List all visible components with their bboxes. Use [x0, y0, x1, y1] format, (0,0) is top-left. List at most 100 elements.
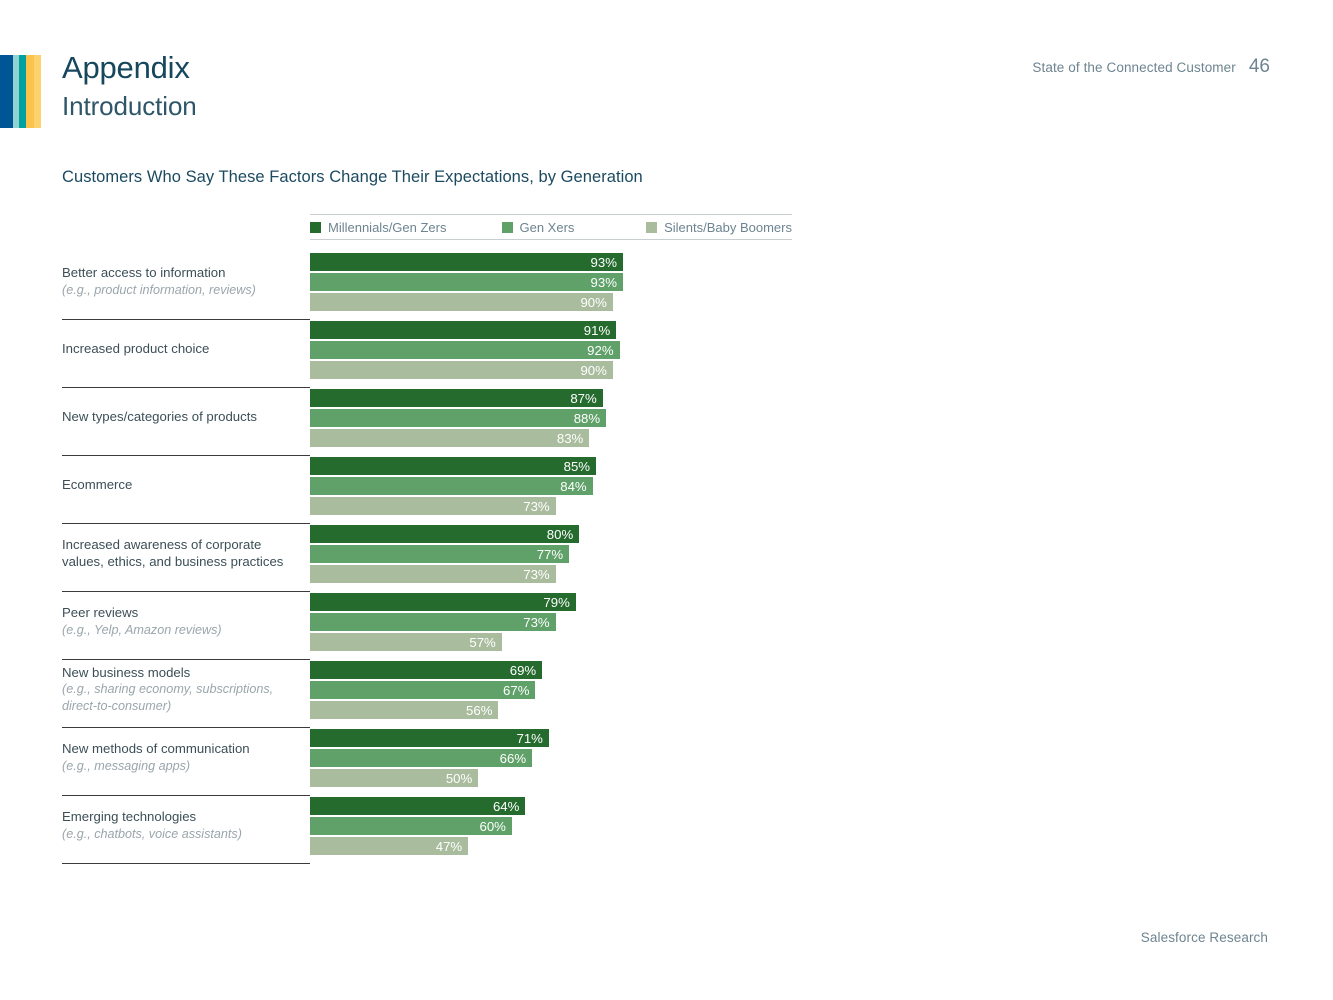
bar[interactable]: 73% — [310, 497, 556, 515]
bar-value-label: 93% — [590, 254, 617, 270]
bar-cell: 87% 88% 83% — [310, 388, 802, 447]
bar-value-label: 88% — [573, 410, 601, 426]
bar-value-label: 91% — [583, 322, 611, 338]
category-label-cell: New methods of communication (e.g., messa… — [62, 728, 310, 796]
legend-swatch-icon — [310, 221, 321, 233]
bar[interactable]: 64% — [310, 797, 526, 815]
category-sublabel: (e.g., product information, reviews) — [62, 282, 256, 297]
grouped-bar-chart: Millennials/Gen Zers Gen Xers Silents/Baby… — [62, 214, 802, 864]
bar-value-label: 85% — [563, 458, 591, 474]
bar-value-label: 80% — [546, 526, 574, 542]
bar-value-label: 93% — [590, 274, 617, 290]
category-label-cell: Emerging technologies (e.g., chatbots, vo… — [62, 796, 310, 864]
bar-cell: 71% 66% 50% — [310, 728, 802, 787]
brand-stripe-1 — [0, 55, 13, 128]
bar[interactable]: 73% — [310, 613, 556, 631]
bar-value-label: 67% — [503, 682, 530, 698]
bar-value-label: 57% — [469, 634, 496, 650]
bar-group: Peer reviews (e.g., Yelp, Amazon reviews)… — [62, 592, 802, 660]
category-label-cell: Ecommerce — [62, 456, 310, 524]
category-label-cell: Better access to information (e.g., produ… — [62, 252, 310, 320]
category-label: Emerging technologies — [62, 809, 197, 824]
legend-item-1[interactable]: Millennials/Gen Zers — [310, 220, 502, 235]
brand-stripe-4 — [26, 55, 34, 128]
chart-legend: Millennials/Gen Zers Gen Xers Silents/Baby… — [310, 214, 792, 240]
bar[interactable]: 90% — [310, 361, 613, 379]
category-label: Better access to information — [62, 265, 226, 280]
bar-value-label: 79% — [543, 594, 570, 610]
bar[interactable]: 85% — [310, 457, 597, 475]
bar-value-label: 73% — [523, 614, 550, 630]
bar[interactable]: 50% — [310, 769, 479, 787]
bar[interactable]: 93% — [310, 273, 623, 291]
bar-group: Ecommerce 85% 84% 73% — [62, 456, 802, 524]
bar-cell: 79% 73% 57% — [310, 592, 802, 651]
bar[interactable]: 60% — [310, 817, 512, 835]
category-label: Ecommerce — [62, 477, 133, 493]
category-sublabel: (e.g., chatbots, voice assistants) — [62, 826, 242, 841]
page-subtitle: Introduction — [62, 91, 197, 121]
bar[interactable]: 80% — [310, 525, 580, 543]
page-title: Appendix — [62, 50, 190, 85]
legend-swatch-icon — [501, 221, 513, 233]
brand-stripe-5 — [34, 55, 41, 128]
chart-title: Customers Who Say These Factors Change T… — [62, 168, 643, 186]
legend-item-3[interactable]: Silents/Baby Boomers — [646, 220, 792, 235]
bar-group: Better access to information (e.g., produ… — [62, 252, 802, 320]
appendix-page: Appendix Introduction State of the Conne… — [0, 0, 1333, 1000]
bar[interactable]: 67% — [310, 681, 536, 699]
bar-value-label: 90% — [580, 362, 607, 378]
category-label: Increased product choice — [62, 341, 210, 357]
bar-group: Emerging technologies (e.g., chatbots, vo… — [62, 796, 802, 864]
category-label-cell: Increased awareness of corporate values,… — [62, 524, 310, 592]
bar[interactable]: 91% — [310, 321, 617, 339]
brand-stripe-3 — [19, 55, 26, 128]
bar[interactable]: 83% — [310, 429, 590, 447]
legend-swatch-icon — [646, 221, 658, 233]
category-sublabel: (e.g., messaging apps) — [62, 758, 191, 773]
bar[interactable]: 87% — [310, 389, 603, 407]
bar[interactable]: 47% — [310, 837, 469, 855]
bar[interactable]: 93% — [310, 253, 623, 271]
page-title-block: Appendix Introduction — [62, 49, 197, 123]
legend-label: Gen Xers — [519, 219, 575, 235]
bar[interactable]: 71% — [310, 729, 549, 747]
bar-value-label: 77% — [536, 546, 564, 562]
legend-item-2[interactable]: Gen Xers — [501, 219, 647, 235]
category-label: Peer reviews — [62, 605, 139, 620]
bar[interactable]: 57% — [310, 633, 502, 651]
bar[interactable]: 66% — [310, 749, 533, 767]
brand-stripes-decoration — [0, 55, 41, 128]
bar[interactable]: 79% — [310, 593, 576, 611]
category-label: New types/categories of products — [62, 409, 257, 425]
legend-label: Silents/Baby Boomers — [664, 219, 792, 235]
category-sublabel: (e.g., Yelp, Amazon reviews) — [62, 622, 222, 637]
bar-value-label: 60% — [479, 818, 506, 834]
bar[interactable]: 90% — [310, 293, 613, 311]
document-name: State of the Connected Customer — [1032, 60, 1236, 75]
bar-value-label: 90% — [580, 294, 607, 310]
bar-group: New business models (e.g., sharing econom… — [62, 660, 802, 728]
footer-credit: Salesforce Research — [1140, 930, 1268, 945]
bar[interactable]: 56% — [310, 701, 499, 719]
bar-value-label: 47% — [435, 838, 463, 854]
bar[interactable]: 73% — [310, 565, 556, 583]
category-label-cell: New business models (e.g., sharing econom… — [62, 660, 310, 728]
bar-value-label: 87% — [570, 390, 597, 406]
bar-group: New methods of communication (e.g., messa… — [62, 728, 802, 796]
page-number: 46 — [1248, 56, 1270, 77]
bar-cell: 91% 92% 90% — [310, 320, 802, 379]
bar-group: Increased awareness of corporate values,… — [62, 524, 802, 592]
bar[interactable]: 77% — [310, 545, 570, 563]
category-label-cell: Increased product choice — [62, 320, 310, 388]
bar-value-label: 66% — [499, 750, 527, 766]
bar-cell: 64% 60% 47% — [310, 796, 802, 855]
bar-value-label: 92% — [587, 342, 614, 358]
page-header-meta: State of the Connected Customer 46 — [1032, 56, 1270, 78]
bar[interactable]: 84% — [310, 477, 593, 495]
bar[interactable]: 88% — [310, 409, 607, 427]
category-label: Increased awareness of corporate values,… — [62, 537, 284, 569]
bar[interactable]: 92% — [310, 341, 620, 359]
bar-cell: 85% 84% 73% — [310, 456, 802, 515]
bar[interactable]: 69% — [310, 661, 543, 679]
